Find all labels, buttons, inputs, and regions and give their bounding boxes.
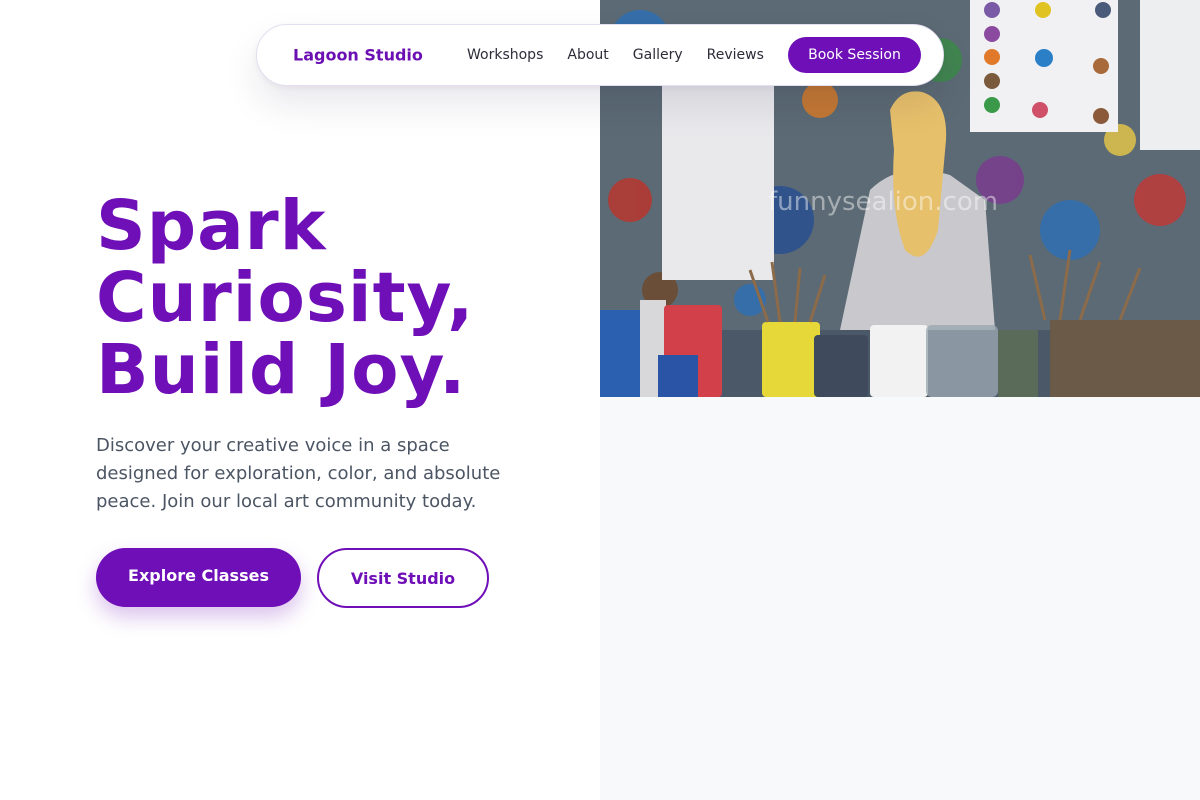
hero-subtitle: Discover your creative voice in a space … [96,435,501,512]
nav-link-reviews[interactable]: Reviews [707,47,764,63]
hero-title: Spark Curiosity, Build Joy. [96,190,576,406]
explore-classes-button[interactable]: Explore Classes [96,548,301,607]
nav-links: Workshops About Gallery Reviews [467,47,764,63]
nav-link-about[interactable]: About [567,47,608,63]
hero-title-line-3: Build Joy. [96,330,467,410]
brand-logo[interactable]: Lagoon Studio [293,46,423,65]
top-navigation: Lagoon Studio Workshops About Gallery Re… [256,24,944,86]
visit-studio-button[interactable]: Visit Studio [317,548,489,608]
image-watermark: funnysealion.com [768,187,998,217]
book-session-button[interactable]: Book Session [788,37,921,73]
nav-link-workshops[interactable]: Workshops [467,47,543,63]
hero-title-line-1: Spark [96,186,327,266]
hero-title-line-2: Curiosity, [96,258,475,338]
nav-link-gallery[interactable]: Gallery [633,47,683,63]
